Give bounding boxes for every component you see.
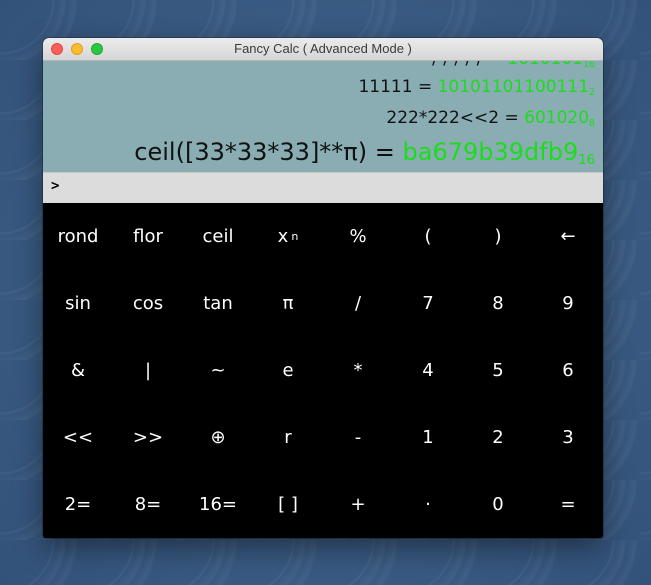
key-rond[interactable]: rond [43, 203, 113, 270]
title-bar[interactable]: Fancy Calc ( Advanced Mode ) [43, 38, 603, 61]
window-title: Fancy Calc ( Advanced Mode ) [234, 41, 412, 56]
key-close-paren[interactable]: ) [463, 203, 533, 270]
history-display: / / / / / = 101010116 11111 = 1010110110… [43, 61, 603, 172]
history-result: ba679b39dfb9 [402, 138, 579, 166]
key-open-paren[interactable]: ( [393, 203, 463, 270]
history-result: 10101101100111 [437, 77, 590, 97]
calculator-window: Fancy Calc ( Advanced Mode ) / / / / / =… [43, 38, 603, 538]
history-line: / / / / / = 101010116 [432, 61, 595, 70]
keypad: rond flor ceil xn % ( ) ← sin cos tan π … [43, 203, 603, 538]
history-base: 16 [583, 61, 595, 70]
expression-input[interactable]: > [43, 172, 603, 203]
key-2[interactable]: 2 [463, 404, 533, 471]
key-percent[interactable]: % [323, 203, 393, 270]
key-xor[interactable]: ⊕ [183, 404, 253, 471]
key-8[interactable]: 8 [463, 270, 533, 337]
history-base: 16 [578, 152, 595, 168]
prompt-symbol: > [51, 178, 60, 194]
history-expression: 222*222<<2 = [386, 108, 519, 128]
key-shift-right[interactable]: >> [113, 404, 183, 471]
key-brackets[interactable]: [ ] [253, 471, 323, 538]
key-0[interactable]: 0 [463, 471, 533, 538]
history-base: 8 [589, 117, 595, 129]
key-sin[interactable]: sin [43, 270, 113, 337]
history-expression: 11111 = [358, 77, 433, 97]
key-5[interactable]: 5 [463, 337, 533, 404]
history-result: 1010101 [507, 61, 583, 69]
history-base: 2 [589, 86, 595, 98]
key-pi[interactable]: π [253, 270, 323, 337]
key-r[interactable]: r [253, 404, 323, 471]
key-shift-left[interactable]: << [43, 404, 113, 471]
key-minus[interactable]: - [323, 404, 393, 471]
key-base-16[interactable]: 16= [183, 471, 253, 538]
key-ceil[interactable]: ceil [183, 203, 253, 270]
key-power-exponent: n [291, 230, 299, 243]
key-plus[interactable]: + [323, 471, 393, 538]
key-3[interactable]: 3 [533, 404, 603, 471]
history-expression: / / / / / = [432, 61, 502, 69]
key-flor[interactable]: flor [113, 203, 183, 270]
history-line: 222*222<<2 = 6010208 [386, 108, 595, 129]
key-tan[interactable]: tan [183, 270, 253, 337]
history-line-current: ceil([33*33*33]**π) = ba679b39dfb916 [134, 138, 595, 168]
key-4[interactable]: 4 [393, 337, 463, 404]
history-expression: ceil([33*33*33]**π) = [134, 138, 395, 166]
key-decimal[interactable]: · [393, 471, 463, 538]
key-cos[interactable]: cos [113, 270, 183, 337]
key-multiply[interactable]: * [323, 337, 393, 404]
history-result: 601020 [524, 108, 590, 128]
key-and[interactable]: & [43, 337, 113, 404]
key-not[interactable]: ~ [183, 337, 253, 404]
key-backspace[interactable]: ← [533, 203, 603, 270]
key-power-label: x [277, 226, 289, 247]
key-base-8[interactable]: 8= [113, 471, 183, 538]
key-or[interactable]: | [113, 337, 183, 404]
key-6[interactable]: 6 [533, 337, 603, 404]
key-7[interactable]: 7 [393, 270, 463, 337]
history-line: 11111 = 101011011001112 [358, 77, 595, 98]
key-base-2[interactable]: 2= [43, 471, 113, 538]
key-divide[interactable]: / [323, 270, 393, 337]
key-9[interactable]: 9 [533, 270, 603, 337]
key-e[interactable]: e [253, 337, 323, 404]
key-equals[interactable]: = [533, 471, 603, 538]
key-power[interactable]: xn [253, 203, 323, 270]
key-1[interactable]: 1 [393, 404, 463, 471]
